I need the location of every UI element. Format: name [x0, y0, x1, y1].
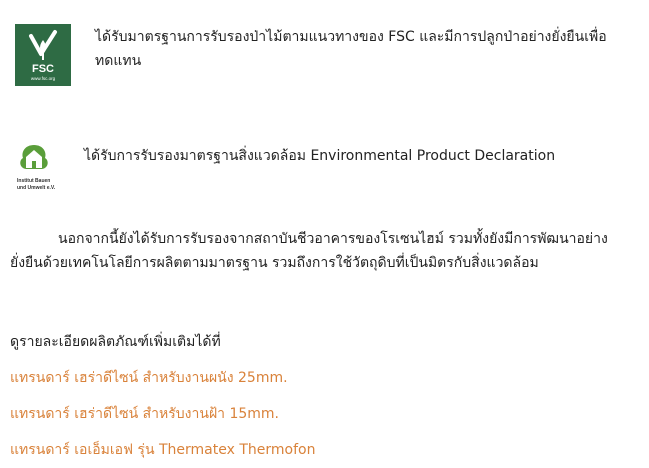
- product-link-ceiling-15mm[interactable]: แทรนดาร์ เฮร่าดีไซน์ สำหรับงานฝ้า 15mm.: [10, 402, 279, 426]
- paragraph-line-1: นอกจากนี้ยังได้รับการรับรองจากสถาบันชีวอ…: [58, 231, 608, 247]
- product-link-thermatex-thermofon[interactable]: แทรนดาร์ เอเอ็มเอฟ รุ่น Thermatex Thermo…: [10, 438, 315, 462]
- fsc-logo-url: www.fsc.org: [31, 76, 56, 81]
- fsc-certification-line-1: ได้รับมาตรฐานการรับรองป่าไม้ตามแนวทางของ…: [95, 29, 607, 45]
- fsc-logo-icon: FSC www.fsc.org: [15, 24, 71, 86]
- fsc-certification-text: ได้รับมาตรฐานการรับรองป่าไม้ตามแนวทางของ…: [95, 25, 635, 73]
- description-paragraph: นอกจากนี้ยังได้รับการรับรองจากสถาบันชีวอ…: [10, 227, 640, 275]
- fsc-certification-line-2: ทดแทน: [95, 53, 142, 69]
- ibu-logo-text-1: Institut Bauen: [17, 178, 50, 184]
- institut-bauen-und-umwelt-logo-icon: Institut Bauen und Umwelt e.V.: [15, 142, 65, 194]
- paragraph-line-2: ยั่งยืนด้วยเทคโนโลยีการผลิตตามมาตรฐาน รว…: [10, 255, 539, 271]
- epd-certification-text: ได้รับการรับรองมาตรฐานสิ่งแวดล้อม Enviro…: [84, 148, 556, 164]
- more-info-label: ดูรายละเอียดผลิตภัณฑ์เพิ่มเติมได้ที่: [10, 334, 221, 350]
- ibu-logo-text-2: und Umwelt e.V.: [17, 185, 56, 191]
- product-link-wall-25mm[interactable]: แทรนดาร์ เฮร่าดีไซน์ สำหรับงานผนัง 25mm.: [10, 366, 288, 390]
- fsc-logo-text: FSC: [32, 63, 54, 75]
